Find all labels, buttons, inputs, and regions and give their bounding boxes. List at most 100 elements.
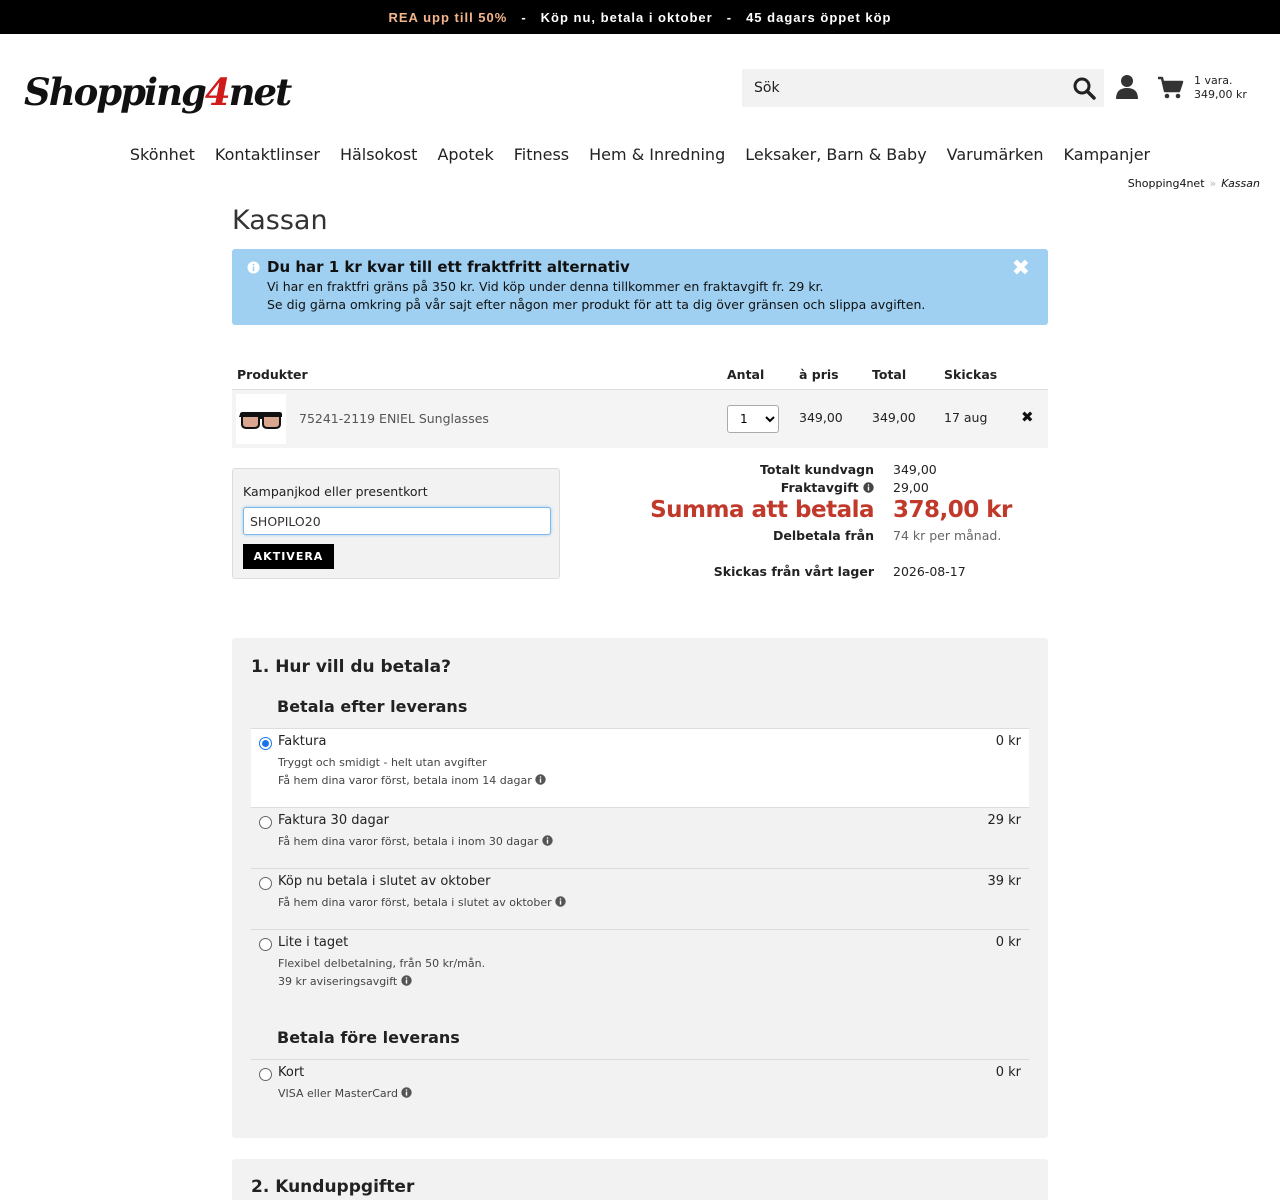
alert-title: Du har 1 kr kvar till ett fraktfritt alt… — [267, 258, 630, 276]
info-icon[interactable] — [863, 482, 874, 493]
nav-item-kontaktlinser[interactable]: Kontaktlinser — [215, 145, 320, 164]
option-price: 0 kr — [995, 935, 1021, 950]
nav-item-hem-inredning[interactable]: Hem & Inredning — [589, 145, 725, 164]
customer-details-heading: 2. Kunduppgifter — [251, 1177, 415, 1197]
info-icon[interactable] — [555, 896, 566, 907]
unit-price: 349,00 — [799, 410, 843, 425]
option-name: Kort — [278, 1065, 305, 1080]
option-description: VISA eller MasterCard — [278, 1087, 413, 1100]
option-price: 0 kr — [995, 734, 1021, 749]
option-description-text: Få hem dina varor först, betala i inom 3… — [278, 835, 539, 848]
option-description-2: 39 kr aviseringsavgift — [278, 975, 412, 988]
option-price: 0 kr — [995, 1065, 1021, 1080]
ship-from-label: Skickas från vårt lager — [713, 564, 874, 579]
user-account-icon[interactable] — [1115, 74, 1139, 100]
row-total: 349,00 — [872, 410, 916, 425]
cart-row: 75241-2119 ENIEL Sunglasses 1 349,00 349… — [232, 390, 1048, 448]
customer-details-section: 2. Kunduppgifter — [232, 1159, 1048, 1200]
cart-count: 1 vara. — [1194, 74, 1233, 87]
payment-option-faktura[interactable]: Faktura 0 kr Tryggt och smidigt - helt u… — [251, 728, 1029, 807]
top-announcement-bar: REA upp till 50% - Köp nu, betala i okto… — [0, 0, 1280, 34]
payment-option-kort[interactable]: Kort 0 kr VISA eller MasterCard — [251, 1059, 1029, 1119]
option-name: Faktura 30 dagar — [278, 813, 390, 828]
option-description: Flexibel delbetalning, från 50 kr/mån. — [278, 957, 486, 970]
info-icon[interactable] — [401, 1087, 413, 1098]
radio-faktura-30[interactable] — [259, 816, 272, 829]
info-icon — [247, 261, 260, 274]
option-description-text: Få hem dina varor först, betala inom 14 … — [278, 774, 532, 787]
installment-label: Delbetala från — [773, 528, 874, 543]
info-icon[interactable] — [535, 774, 546, 785]
product-name[interactable]: 75241-2119 ENIEL Sunglasses — [299, 411, 489, 426]
activate-button[interactable]: AKTIVERA — [243, 544, 334, 569]
separator: - — [521, 9, 527, 25]
header-unit-price: à pris — [799, 367, 839, 382]
cart-total-label: Totalt kundvagn — [760, 462, 874, 477]
shipping-fee-label: Fraktavgift — [780, 480, 859, 495]
search-bar — [742, 69, 1104, 107]
shopping-cart-icon[interactable] — [1157, 76, 1185, 100]
info-icon[interactable] — [542, 835, 553, 846]
separator: - — [726, 9, 733, 25]
option-description-text: VISA eller MasterCard — [278, 1087, 398, 1100]
radio-lite-i-taget[interactable] — [259, 938, 272, 951]
nav-item-skonhet[interactable]: Skönhet — [130, 145, 195, 164]
payment-heading: 1. Hur vill du betala? — [251, 657, 451, 677]
breadcrumb-separator: » — [1209, 177, 1217, 190]
main-navigation: Skönhet Kontaktlinser Hälsokost Apotek F… — [0, 145, 1280, 164]
option-description-2: Få hem dina varor först, betala inom 14 … — [278, 774, 546, 787]
pay-after-delivery-heading: Betala efter leverans — [277, 697, 468, 716]
site-logo[interactable]: Shopping4net — [24, 70, 293, 114]
option-price: 29 kr — [987, 813, 1021, 828]
promo-code-box: Kampanjkod eller presentkort AKTIVERA — [232, 468, 560, 579]
option-name: Faktura — [278, 734, 327, 749]
header-products: Produkter — [237, 367, 308, 382]
ship-date: 17 aug — [944, 410, 988, 425]
logo-part-3: net — [228, 70, 293, 114]
search-icon[interactable] — [1072, 76, 1096, 100]
cart-summary[interactable]: 1 vara. 349,00 kr — [1194, 74, 1247, 102]
pay-later-text: Köp nu, betala i oktober — [540, 9, 713, 25]
nav-item-leksaker[interactable]: Leksaker, Barn & Baby — [745, 145, 926, 164]
close-icon[interactable]: ✖ — [1012, 256, 1030, 281]
radio-pay-october[interactable] — [259, 877, 272, 890]
radio-kort[interactable] — [259, 1068, 272, 1081]
radio-faktura[interactable] — [259, 737, 272, 750]
sale-promo-text[interactable]: REA upp till 50% — [389, 10, 508, 25]
option-description: Få hem dina varor först, betala i slutet… — [278, 896, 566, 909]
promo-code-input[interactable] — [243, 507, 551, 535]
promo-code-label: Kampanjkod eller presentkort — [243, 484, 428, 499]
breadcrumb-home[interactable]: Shopping4net — [1128, 177, 1205, 190]
header-total: Total — [872, 367, 907, 382]
shipping-fee-label-row: Fraktavgift — [781, 480, 874, 495]
alert-line-1: Vi har en fraktfri gräns på 350 kr. Vid … — [267, 279, 824, 294]
cart-total-value: 349,00 — [893, 462, 937, 477]
breadcrumb: Shopping4net » Kassan — [1128, 177, 1260, 190]
nav-item-kampanjer[interactable]: Kampanjer — [1064, 145, 1151, 164]
payment-option-faktura-30[interactable]: Faktura 30 dagar 29 kr Få hem dina varor… — [251, 807, 1029, 868]
nav-item-apotek[interactable]: Apotek — [437, 145, 493, 164]
ship-from-date: 2026-08-17 — [893, 564, 966, 579]
remove-item-icon[interactable]: ✖ — [1021, 408, 1034, 426]
info-icon[interactable] — [401, 975, 412, 986]
nav-item-halsokost[interactable]: Hälsokost — [340, 145, 418, 164]
header-ships: Skickas — [944, 367, 998, 382]
nav-item-varumarken[interactable]: Varumärken — [947, 145, 1044, 164]
nav-item-fitness[interactable]: Fitness — [514, 145, 569, 164]
quantity-select[interactable]: 1 — [727, 405, 779, 433]
payment-option-lite-i-taget[interactable]: Lite i taget 0 kr Flexibel delbetalning,… — [251, 929, 1029, 999]
option-description: Tryggt och smidigt - helt utan avgifter — [278, 756, 487, 769]
logo-part-1: Shopping — [24, 70, 207, 114]
option-description: Få hem dina varor först, betala i inom 3… — [278, 835, 553, 848]
header-quantity: Antal — [727, 367, 765, 382]
breadcrumb-current: Kassan — [1221, 177, 1260, 190]
option-description-text: 39 kr aviseringsavgift — [278, 975, 398, 988]
product-thumbnail[interactable] — [236, 394, 286, 444]
option-description-text: Få hem dina varor först, betala i slutet… — [278, 896, 552, 909]
free-shipping-alert: Du har 1 kr kvar till ett fraktfritt alt… — [232, 249, 1048, 325]
search-input[interactable] — [754, 80, 1064, 96]
alert-line-2: Se dig gärna omkring på vår sajt efter n… — [267, 297, 926, 312]
option-name: Lite i taget — [278, 935, 349, 950]
open-purchase-text: 45 dagars öppet köp — [746, 9, 892, 25]
payment-option-pay-october[interactable]: Köp nu betala i slutet av oktober 39 kr … — [251, 868, 1029, 929]
